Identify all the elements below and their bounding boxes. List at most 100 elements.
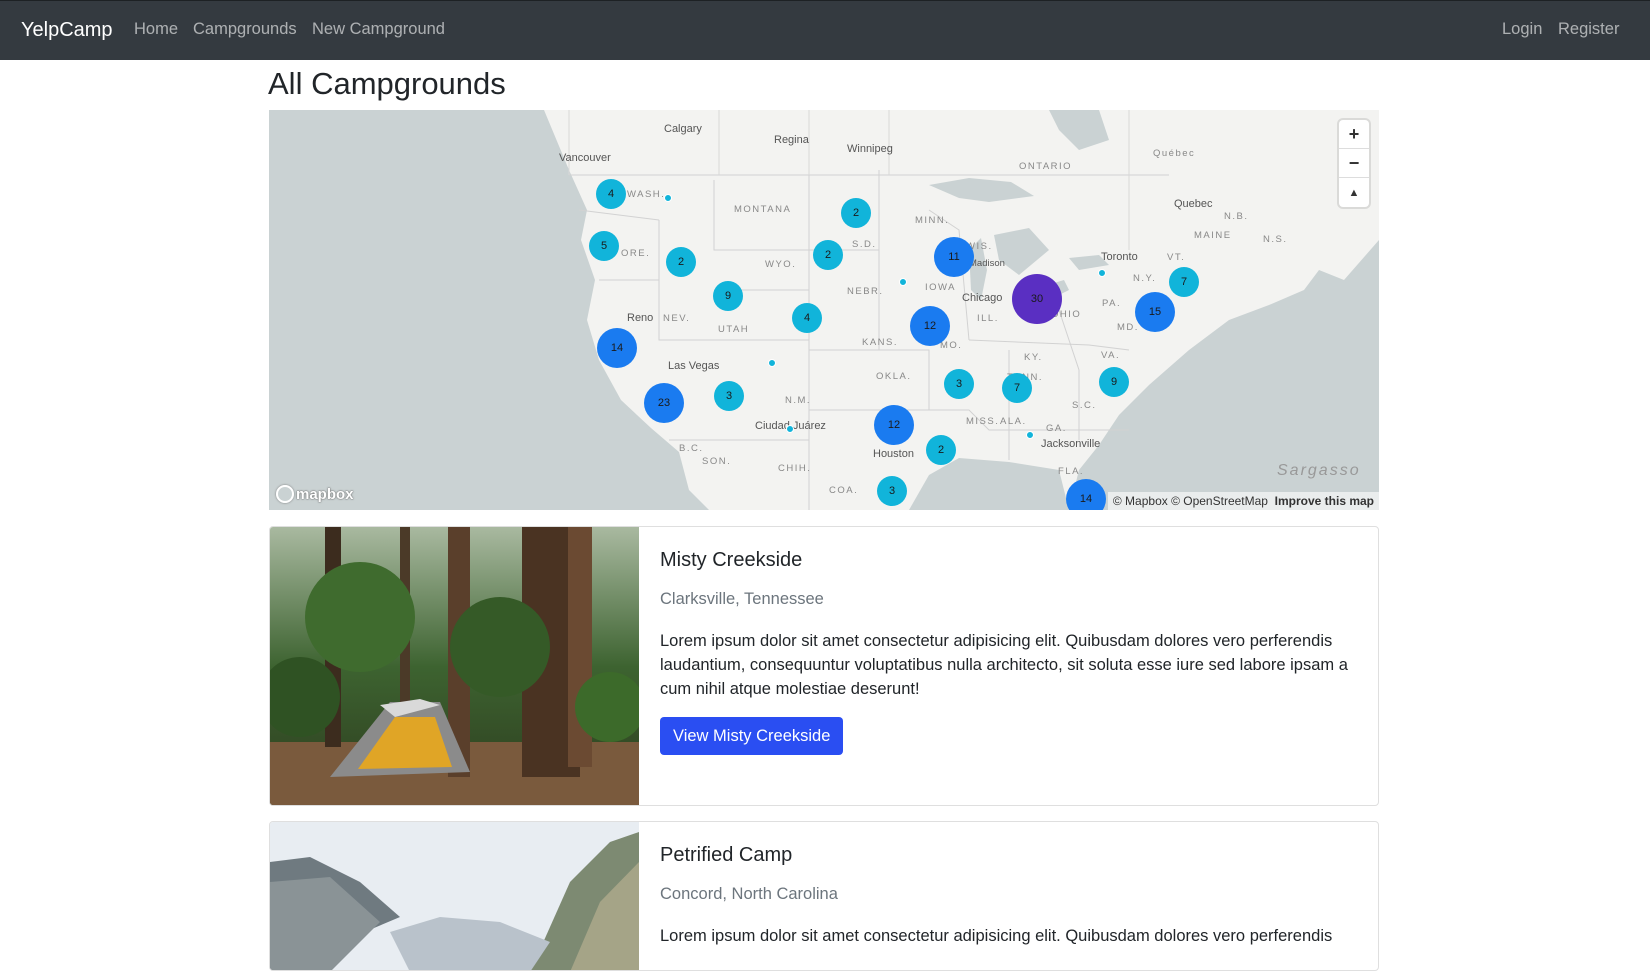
place-reno: Reno: [627, 312, 654, 324]
region-label: VA.: [1101, 350, 1121, 361]
place-vancouver: Vancouver: [559, 152, 611, 164]
region-label: ALA.: [1000, 416, 1027, 427]
region-label: KY.: [1024, 352, 1043, 363]
region-label: MD.: [1117, 322, 1139, 333]
campground-title: Petrified Camp: [660, 844, 793, 866]
place-chicago: Chicago: [962, 292, 1003, 304]
map-base-layer: [269, 110, 1379, 510]
mapbox-logo-text: mapbox: [296, 485, 354, 503]
cluster-marker[interactable]: 12: [874, 405, 914, 445]
region-label: N.Y.: [1133, 273, 1157, 284]
cluster-marker[interactable]: 3: [714, 381, 744, 411]
campground-marker[interactable]: [1026, 431, 1034, 439]
cluster-marker[interactable]: 4: [596, 179, 626, 209]
cluster-marker[interactable]: 2: [813, 240, 843, 270]
region-label: SON.: [702, 456, 732, 467]
region-label: OKLA.: [876, 371, 912, 382]
campground-marker[interactable]: [664, 194, 672, 202]
mapbox-logo[interactable]: mapbox: [276, 485, 354, 503]
zoom-out-button[interactable]: −: [1339, 149, 1369, 178]
region-label: B.C.: [679, 443, 704, 454]
cluster-marker[interactable]: 9: [1099, 367, 1129, 397]
region-label: ONTARIO: [1019, 161, 1073, 172]
region-label: MISS.: [966, 416, 1000, 427]
region-label: CHIH.: [778, 463, 812, 474]
map-navigation-controls: + − ▲: [1339, 120, 1369, 207]
region-label: ILL.: [977, 313, 999, 324]
brand-link[interactable]: YelpCamp: [21, 19, 113, 42]
cluster-marker[interactable]: 4: [792, 303, 822, 333]
place-jacksonville: Jacksonville: [1041, 438, 1101, 450]
cluster-map[interactable]: Calgary Regina Winnipeg Vancouver Québec…: [269, 110, 1379, 510]
region-label: MAINE: [1194, 230, 1232, 241]
cluster-marker[interactable]: 2: [926, 435, 956, 465]
cluster-marker[interactable]: 9: [713, 281, 743, 311]
zoom-in-button[interactable]: +: [1339, 120, 1369, 149]
region-label: N.B.: [1224, 211, 1249, 222]
nav-link-new-campground[interactable]: New Campground: [312, 20, 445, 39]
cluster-marker[interactable]: 2: [666, 247, 696, 277]
campground-location: Clarksville, Tennessee: [660, 590, 824, 608]
region-label: PA.: [1102, 298, 1122, 309]
place-madison: Madison: [969, 258, 1005, 269]
cluster-marker[interactable]: 30: [1012, 274, 1062, 324]
region-label: MINN.: [915, 215, 950, 226]
region-label: ORE.: [621, 248, 651, 259]
region-label: GA.: [1046, 423, 1067, 434]
campground-location: Concord, North Carolina: [660, 885, 838, 903]
campground-card: Misty Creekside Clarksville, Tennessee L…: [269, 526, 1379, 806]
cluster-marker[interactable]: 7: [1169, 267, 1199, 297]
cluster-marker[interactable]: 14: [597, 328, 637, 368]
region-label: S.D.: [852, 239, 877, 250]
place-toronto: Toronto: [1101, 251, 1138, 263]
nav-link-campgrounds[interactable]: Campgrounds: [193, 20, 297, 39]
region-label: N.S.: [1263, 234, 1288, 245]
mapbox-logo-icon: [276, 485, 294, 503]
nav-link-login[interactable]: Login: [1502, 20, 1542, 39]
place-winnipeg: Winnipeg: [847, 143, 893, 155]
region-label: IOWA: [925, 282, 956, 293]
cluster-marker[interactable]: 7: [1002, 373, 1032, 403]
region-label: VT.: [1167, 252, 1186, 263]
cluster-marker[interactable]: 3: [877, 476, 907, 506]
nav-link-home[interactable]: Home: [134, 20, 178, 39]
region-label: N.M.: [785, 395, 812, 406]
campground-marker[interactable]: [1098, 269, 1106, 277]
cluster-marker[interactable]: 5: [589, 231, 619, 261]
improve-map-link[interactable]: Improve this map: [1275, 494, 1374, 508]
campground-description: Lorem ipsum dolor sit amet consectetur a…: [660, 632, 1348, 698]
place-regina: Regina: [774, 134, 809, 146]
nav-link-register[interactable]: Register: [1558, 20, 1619, 39]
cluster-marker[interactable]: 3: [944, 369, 974, 399]
view-campground-button[interactable]: View Misty Creekside: [660, 717, 844, 755]
region-label: S.C.: [1072, 400, 1097, 411]
navbar: YelpCamp Home Campgrounds New Campground…: [0, 0, 1650, 60]
region-label: MONTANA: [734, 204, 792, 215]
region-label: KANS.: [862, 337, 899, 348]
cluster-marker[interactable]: 2: [841, 198, 871, 228]
region-label: WYO.: [765, 259, 797, 270]
region-label: WASH.: [627, 189, 666, 200]
campground-marker[interactable]: [899, 278, 907, 286]
water-label-sargasso: Sargasso: [1277, 462, 1361, 479]
place-calgary: Calgary: [664, 123, 702, 135]
campground-description: Lorem ipsum dolor sit amet consectetur a…: [660, 927, 1333, 945]
region-label: COA.: [829, 485, 859, 496]
cluster-marker[interactable]: 15: [1135, 292, 1175, 332]
campground-marker[interactable]: [786, 425, 794, 433]
campground-title: Misty Creekside: [660, 549, 803, 571]
region-label: NEV.: [663, 313, 691, 324]
cluster-marker[interactable]: 11: [934, 237, 974, 277]
region-label: UTAH: [718, 324, 750, 335]
campground-marker[interactable]: [768, 359, 776, 367]
place-houston: Houston: [873, 448, 914, 460]
cluster-marker[interactable]: 12: [910, 306, 950, 346]
map-attribution: © Mapbox © OpenStreetMap Improve this ma…: [1107, 492, 1379, 510]
compass-button[interactable]: ▲: [1339, 178, 1369, 207]
region-quebec: Québec: [1153, 148, 1196, 159]
campground-image: [270, 527, 639, 805]
attribution-text[interactable]: © Mapbox © OpenStreetMap: [1113, 494, 1268, 508]
page-title: All Campgrounds: [268, 66, 506, 101]
region-label: NEBR.: [847, 286, 884, 297]
cluster-marker[interactable]: 23: [644, 383, 684, 423]
